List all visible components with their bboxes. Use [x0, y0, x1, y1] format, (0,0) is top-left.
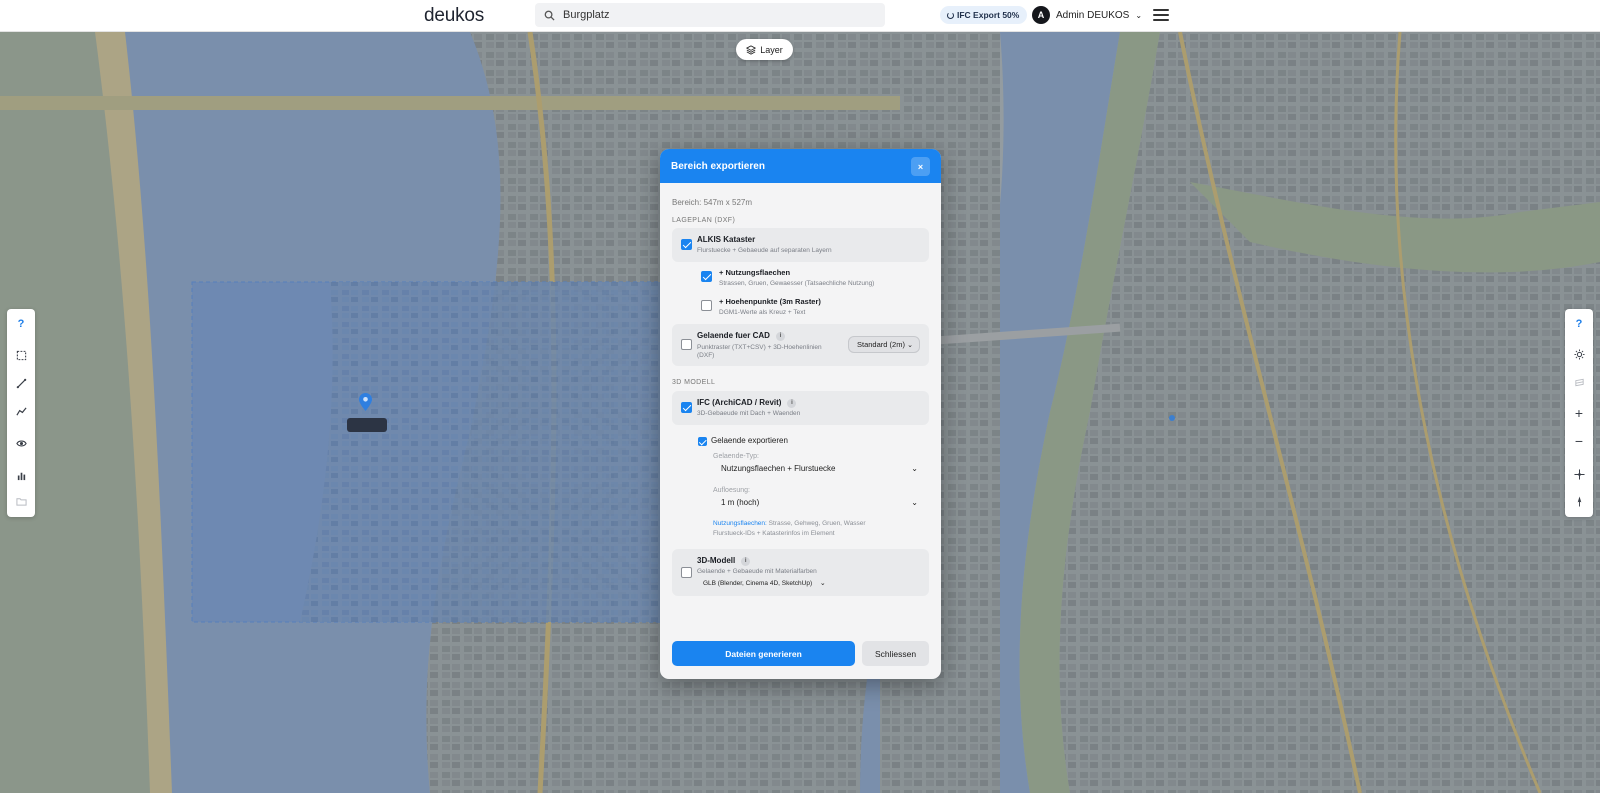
ifc-checkbox[interactable]	[681, 402, 692, 413]
location-pin-icon[interactable]	[359, 393, 372, 411]
layers-icon	[746, 44, 757, 55]
modell3d-format-select[interactable]: GLB (Blender, Cinema 4D, SketchUp) ⌄	[703, 579, 826, 587]
layer-button[interactable]: Layer	[736, 39, 793, 60]
alkis-checkbox[interactable]	[681, 239, 692, 250]
gelaende-typ-value: Nutzungsflaechen + Flurstuecke	[721, 464, 836, 473]
gelaende-cad-subtitle-2: (DXF)	[697, 352, 715, 359]
generate-files-button[interactable]: Dateien generieren	[672, 641, 855, 666]
aufloesung-label: Aufloesung:	[713, 487, 750, 494]
gelaende-cad-resolution-select[interactable]: Standard (2m) ⌄	[848, 336, 920, 353]
layer-button-label: Layer	[760, 44, 783, 55]
zoom-in-icon[interactable]: +	[1565, 403, 1593, 423]
section-lageplan: LAGEPLAN (DXF)	[672, 217, 736, 224]
dialog-body: Bereich: 547m x 527m LAGEPLAN (DXF) ALKI…	[660, 183, 941, 679]
ifc-note-rest: Strasse, Gehweg, Gruen, Wasser	[766, 520, 866, 527]
chevron-down-icon: ⌄	[907, 341, 913, 349]
pin-label	[347, 418, 387, 432]
search-icon	[544, 10, 555, 21]
ifc-subtitle: 3D-Gebaeude mit Dach + Waenden	[697, 410, 801, 417]
modell3d-subtitle: Gelaende + Gebaeude mit Materialfarben	[697, 568, 817, 575]
ifc-note-highlight: Nutzungsflaechen:	[713, 520, 767, 527]
alkis-card[interactable]: ALKIS Kataster Flurstuecke + Gebaeude au…	[672, 228, 929, 262]
aufloesung-value: 1 m (hoch)	[721, 498, 760, 507]
nutzung-checkbox[interactable]	[701, 271, 712, 282]
alkis-title: ALKIS Kataster	[697, 235, 756, 244]
close-icon[interactable]: ×	[911, 157, 930, 176]
user-menu[interactable]: A Admin DEUKOS ⌄	[1032, 6, 1142, 24]
range-text: Bereich: 547m x 527m	[672, 198, 753, 207]
help-icon[interactable]: ?	[1565, 314, 1593, 334]
layers-icon[interactable]	[1565, 372, 1593, 392]
ifc-export-status-text: IFC Export 50%	[957, 10, 1020, 20]
folder-icon[interactable]	[7, 491, 35, 511]
dialog-header: Bereich exportieren ×	[660, 149, 941, 183]
gelaende-cad-checkbox[interactable]	[681, 339, 692, 350]
chevron-down-icon: ⌄	[819, 580, 826, 587]
gelaende-export-checkbox[interactable]	[698, 437, 707, 446]
modell3d-title: 3D-Modell	[697, 556, 736, 565]
alkis-subtitle: Flurstuecke + Gebaeude auf separaten Lay…	[697, 247, 832, 254]
crosshair-icon[interactable]	[1565, 464, 1593, 484]
gelaende-typ-select[interactable]: Nutzungsflaechen + Flurstuecke ⌄	[721, 464, 918, 476]
top-bar: deukos IFC Export 50% A Admin DEUKOS ⌄	[0, 0, 1600, 32]
search-box[interactable]	[535, 3, 885, 27]
user-name: Admin DEUKOS	[1056, 9, 1130, 21]
hamburger-menu-icon[interactable]	[1153, 9, 1169, 21]
gelaende-cad-resolution-value: Standard (2m)	[857, 340, 905, 349]
info-icon[interactable]: i	[787, 399, 797, 408]
gelaende-typ-label: Gelaende-Typ:	[713, 453, 759, 460]
measure-line-icon[interactable]	[7, 373, 35, 393]
modell3d-format-value: GLB (Blender, Cinema 4D, SketchUp)	[703, 580, 813, 587]
sun-icon[interactable]	[1565, 344, 1593, 364]
chevron-down-icon: ⌄	[911, 498, 918, 507]
nutzung-title: + Nutzungsflaechen	[719, 268, 791, 277]
nutzung-subtitle: Strassen, Gruen, Gewaesser (Tatsaechlich…	[719, 280, 875, 287]
compass-icon[interactable]	[1565, 491, 1593, 511]
gelaende-cad-subtitle-1: Punktraster (TXT+CSV) + 3D-Hoehenlinien	[697, 344, 822, 351]
spinner-icon	[947, 11, 954, 19]
ifc-note-line-1: Nutzungsflaechen: Strasse, Gehweg, Gruen…	[713, 519, 866, 529]
chevron-down-icon: ⌄	[911, 464, 918, 473]
help-icon[interactable]: ?	[7, 314, 35, 334]
zoom-out-icon[interactable]: −	[1565, 431, 1593, 451]
modell3d-checkbox[interactable]	[681, 567, 692, 578]
gelaende-cad-card[interactable]: Gelaende fuer CAD i Punktraster (TXT+CSV)…	[672, 324, 929, 366]
gelaende-export-label: Gelaende exportieren	[711, 436, 788, 445]
bar-chart-icon[interactable]	[7, 465, 35, 485]
profile-line-icon[interactable]	[7, 401, 35, 421]
info-icon[interactable]: i	[775, 332, 785, 341]
left-toolbar: ?	[7, 309, 35, 517]
ifc-export-status-badge[interactable]: IFC Export 50%	[940, 6, 1028, 24]
chevron-down-icon: ⌄	[1135, 10, 1143, 20]
ifc-title: IFC (ArchiCAD / Revit)	[697, 398, 782, 407]
modell3d-card[interactable]: 3D-Modell i Gelaende + Gebaeude mit Mater…	[672, 549, 929, 596]
ifc-note-line-2: Flurstueck-IDs + Katasterinfos im Elemen…	[713, 530, 835, 537]
right-toolbar: ? + −	[1565, 309, 1593, 517]
search-input[interactable]	[563, 9, 863, 21]
eye-icon[interactable]	[7, 433, 35, 453]
dialog-title: Bereich exportieren	[671, 160, 765, 172]
info-icon[interactable]: i	[741, 557, 751, 566]
ifc-card[interactable]: IFC (ArchiCAD / Revit) i 3D-Gebaeude mit …	[672, 391, 929, 425]
hoehen-title: + Hoehenpunkte (3m Raster)	[719, 297, 821, 306]
avatar: A	[1032, 6, 1050, 24]
aufloesung-select[interactable]: 1 m (hoch) ⌄	[721, 498, 918, 510]
export-dialog: Bereich exportieren × Bereich: 547m x 52…	[660, 149, 941, 679]
section-3d-modell: 3D MODELL	[672, 379, 716, 386]
close-button[interactable]: Schliessen	[862, 641, 929, 666]
hoehen-checkbox[interactable]	[701, 300, 712, 311]
gelaende-cad-title: Gelaende fuer CAD	[697, 331, 770, 340]
rectangle-select-icon[interactable]	[7, 345, 35, 365]
app-logo[interactable]: deukos	[424, 5, 484, 27]
hoehen-subtitle: DGM1-Werte als Kreuz + Text	[719, 309, 806, 316]
